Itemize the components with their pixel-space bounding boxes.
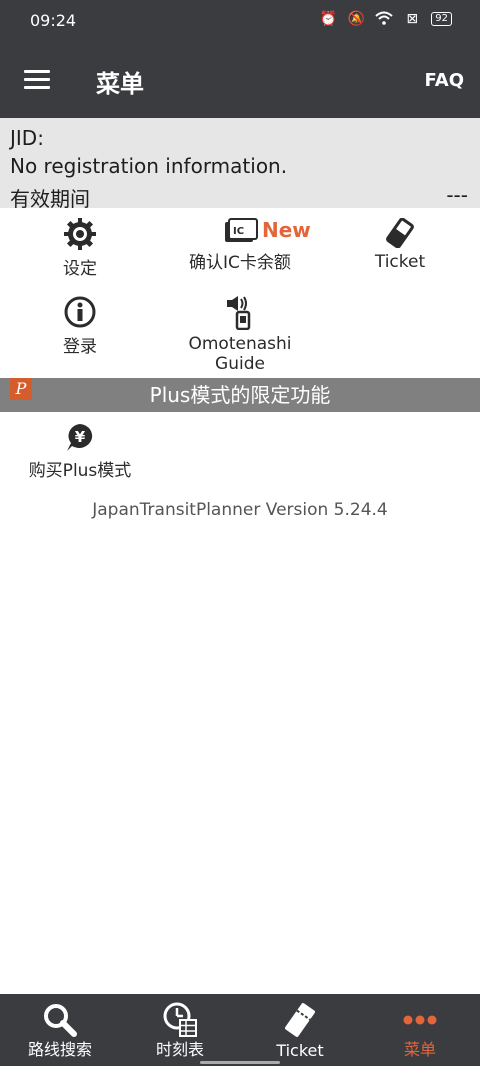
mute-icon: 🔕 [347, 11, 365, 27]
buy-plus-button[interactable]: ¥ 购买Plus模式 [20, 422, 140, 481]
ticket-button[interactable]: Ticket [360, 218, 440, 272]
tab-route-search[interactable]: 路线搜索 [0, 994, 120, 1066]
bottom-tab-bar: 路线搜索 时刻表 Ticket 菜单 [0, 994, 480, 1066]
menu-icon[interactable] [24, 70, 50, 90]
page-title: 菜单 [96, 70, 144, 98]
search-icon [44, 1004, 77, 1037]
yen-icon: ¥ [67, 424, 93, 451]
settings-button[interactable]: 设定 [40, 218, 120, 279]
new-badge: New [262, 218, 311, 242]
ticket-icon [386, 218, 414, 248]
plus-badge-icon: P [10, 378, 32, 400]
timetable-icon [163, 1002, 197, 1037]
tab-ticket-label: Ticket [276, 1041, 324, 1060]
plus-section-title: Plus模式的限定功能 [149, 383, 331, 407]
status-time: 09:24 [30, 11, 77, 30]
tab-timetable[interactable]: 时刻表 [120, 994, 240, 1066]
buy-plus-label: 购买Plus模式 [28, 461, 132, 481]
jid-label: JID: [10, 126, 44, 150]
status-bar: 09:24 ⏰ 🔕 ⊠ 92 [0, 0, 480, 42]
validity-label: 有效期间 [10, 187, 90, 211]
alarm-icon: ⏰ [319, 11, 337, 27]
omotenashi-guide-button[interactable]: Omotenashi Guide [180, 296, 300, 374]
tab-timetable-label: 时刻表 [155, 1040, 204, 1059]
svg-text:¥: ¥ [75, 428, 86, 446]
plus-section-header: Plus模式的限定功能 [0, 378, 480, 412]
app-bar: 菜单 FAQ [0, 42, 480, 118]
status-icons: ⏰ 🔕 ⊠ 92 [319, 11, 452, 27]
tab-ticket[interactable]: Ticket [240, 994, 360, 1066]
tab-menu[interactable]: 菜单 [360, 994, 480, 1066]
battery-indicator: 92 [431, 12, 452, 26]
gesture-bar [200, 1061, 280, 1064]
tab-menu-label: 菜单 [403, 1040, 436, 1059]
faq-button[interactable]: FAQ [425, 70, 464, 91]
wifi-icon [375, 11, 393, 27]
more-icon [403, 1015, 437, 1025]
ic-card-icon: IC [225, 218, 258, 242]
info-icon [64, 296, 96, 328]
sim-off-icon: ⊠ [406, 11, 419, 27]
omotenashi-label-line1: Omotenashi [188, 334, 292, 354]
registration-status: No registration information. [10, 154, 288, 178]
settings-label: 设定 [63, 259, 97, 279]
speaker-phone-icon [227, 296, 251, 330]
gear-icon [64, 218, 96, 250]
login-label: 登录 [63, 337, 97, 357]
ticket-icon [285, 1003, 315, 1037]
ic-balance-label: 确认IC卡余额 [189, 253, 291, 273]
version-text: JapanTransitPlanner Version 5.24.4 [92, 500, 388, 520]
account-info-panel: JID: No registration information. 有效期间 -… [0, 118, 480, 211]
login-button[interactable]: 登录 [40, 296, 120, 357]
validity-value: --- [446, 183, 468, 207]
tab-route-search-label: 路线搜索 [27, 1040, 92, 1059]
ticket-label: Ticket [374, 252, 426, 272]
svg-text:IC: IC [233, 226, 244, 237]
omotenashi-label-line2: Guide [215, 354, 265, 374]
